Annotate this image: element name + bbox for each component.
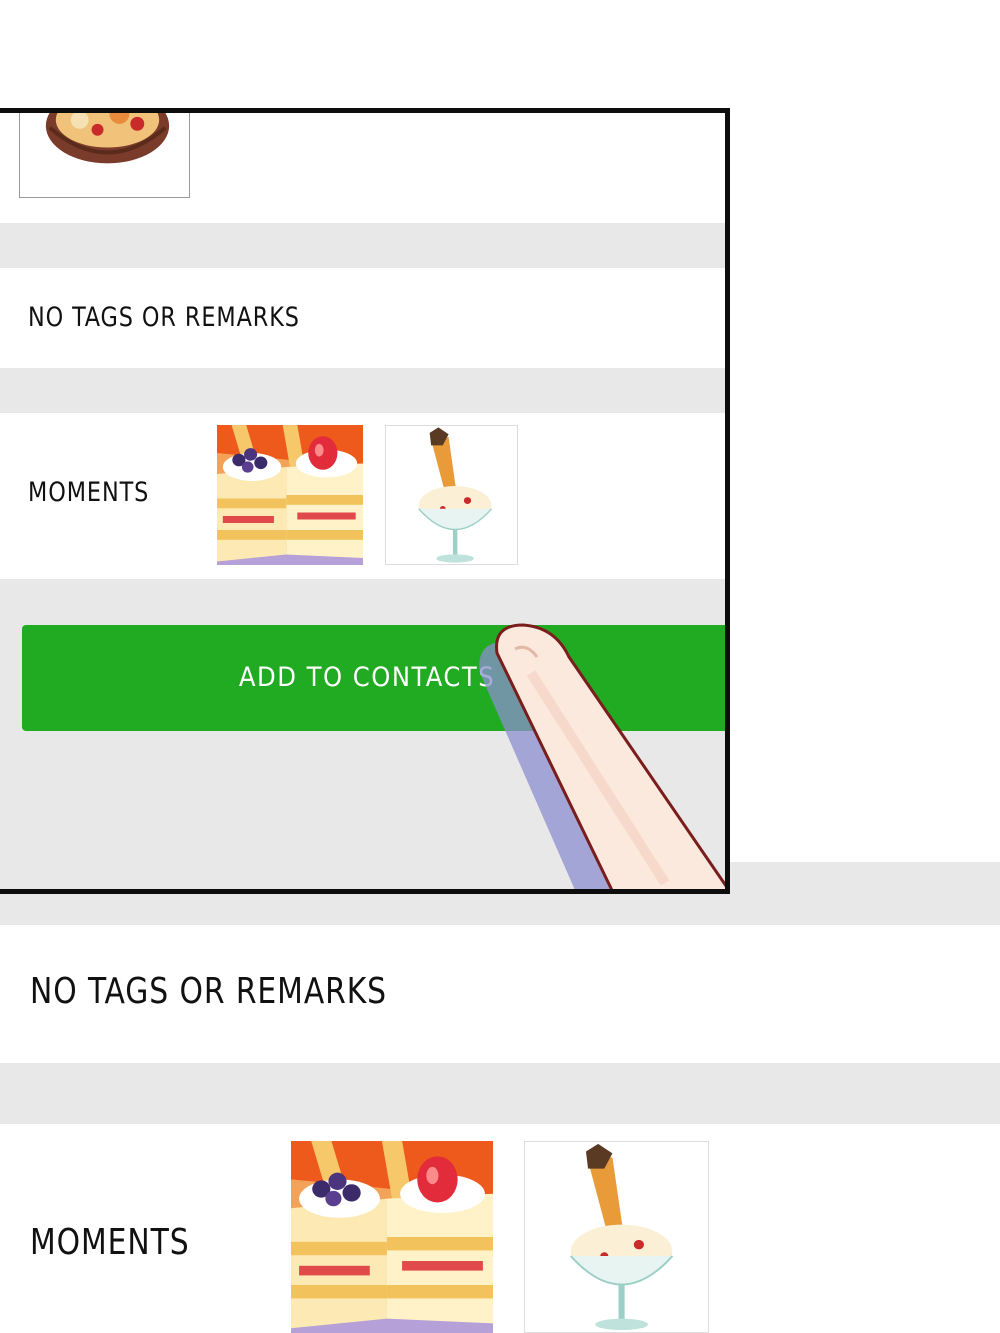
add-to-contacts-button[interactable]: ADD TO CONTACTS <box>22 625 725 731</box>
tags-remarks-label: NO TAGS OR REMARKS <box>30 971 388 1012</box>
profile-screen-inset: NO TAGS OR REMARKS MOMENTS ADD TO CONTAC… <box>0 108 730 894</box>
tags-remarks-row[interactable]: NO TAGS OR REMARKS <box>0 925 1000 1063</box>
ice-cream-sundae-icon <box>525 1142 708 1332</box>
ice-cream-sundae-icon <box>386 426 517 564</box>
section-divider <box>0 368 725 413</box>
section-divider <box>0 223 725 268</box>
moments-label: MOMENTS <box>30 1222 190 1263</box>
moments-photo-sundae[interactable] <box>385 425 518 565</box>
cake-photo-icon <box>217 425 363 565</box>
top-photo-row <box>0 113 725 223</box>
tags-remarks-row[interactable]: NO TAGS OR REMARKS <box>0 268 725 368</box>
moments-label: MOMENTS <box>28 477 150 508</box>
moments-row[interactable]: MOMENTS <box>0 1124 1000 1333</box>
section-divider <box>0 1063 1000 1124</box>
moments-photo-cake[interactable] <box>291 1141 493 1333</box>
moments-photo-sundae[interactable] <box>524 1141 709 1333</box>
moments-row[interactable]: MOMENTS <box>0 413 725 579</box>
dessert-bowl-icon <box>45 113 170 164</box>
moments-photo-cake[interactable] <box>217 425 363 565</box>
cake-photo-icon <box>291 1141 493 1333</box>
tags-remarks-label: NO TAGS OR REMARKS <box>28 302 300 333</box>
profile-photo-dessert[interactable] <box>19 113 190 198</box>
